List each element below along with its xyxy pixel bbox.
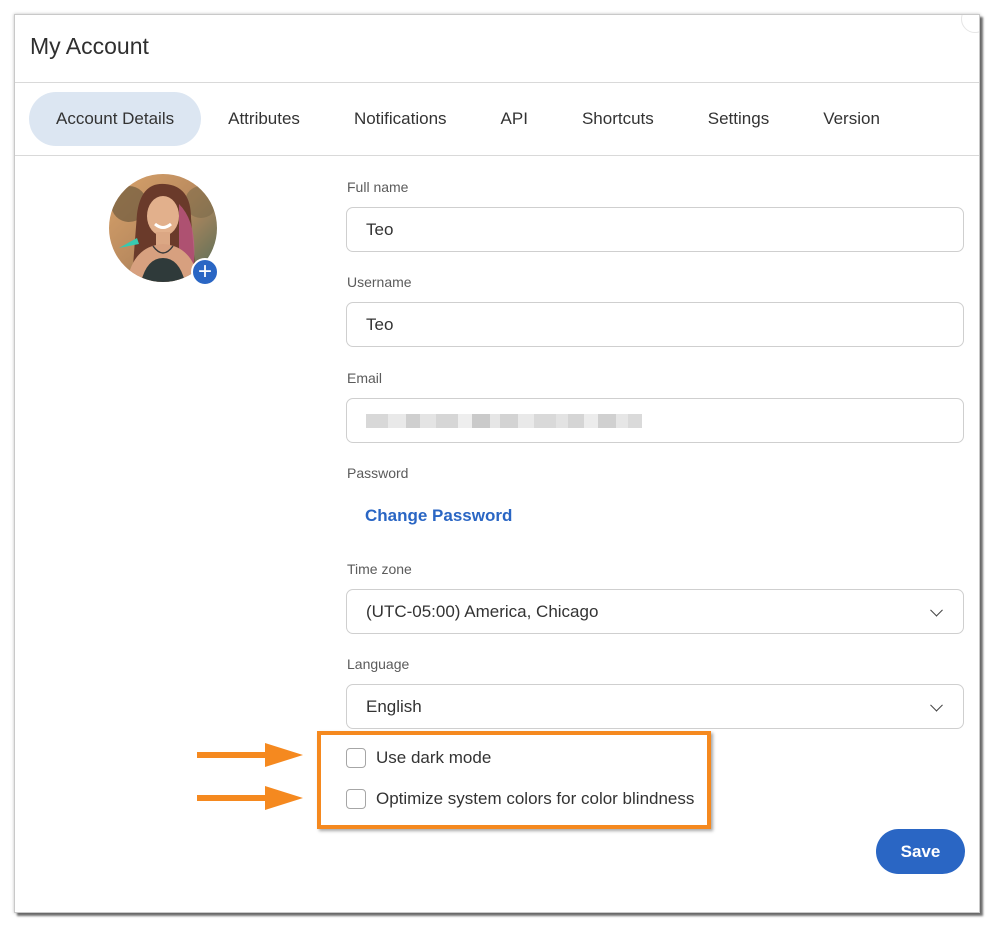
arrow-right-icon [197,743,303,767]
change-password-link[interactable]: Change Password [365,506,512,526]
plus-icon: + [197,258,212,285]
username-label: Username [347,274,412,290]
password-label: Password [347,465,409,481]
divider [15,82,979,83]
annotation-highlight-box [317,731,711,829]
dark-mode-option[interactable]: Use dark mode [346,748,491,768]
chevron-down-icon [930,698,943,712]
tab-version[interactable]: Version [796,92,907,146]
tab-shortcuts[interactable]: Shortcuts [555,92,681,146]
email-field[interactable] [346,398,964,443]
divider [15,155,979,156]
time-zone-value: (UTC-05:00) America, Chicago [366,601,599,621]
time-zone-label: Time zone [347,561,412,577]
color-blindness-checkbox[interactable] [346,789,366,809]
add-photo-button[interactable]: + [191,258,219,286]
close-button[interactable] [961,15,979,33]
full-name-field[interactable]: Teo [346,207,964,252]
tab-api[interactable]: API [474,92,555,146]
username-field[interactable]: Teo [346,302,964,347]
arrow-right-icon [197,786,303,810]
color-blindness-label: Optimize system colors for color blindne… [376,789,695,808]
chevron-down-icon [930,603,943,617]
my-account-dialog: My Account Account Details Attributes No… [14,14,980,913]
tab-account-details[interactable]: Account Details [29,92,202,146]
tab-attributes[interactable]: Attributes [201,92,327,146]
time-zone-select[interactable]: (UTC-05:00) America, Chicago [346,589,964,634]
tab-settings[interactable]: Settings [681,92,796,146]
full-name-value: Teo [366,219,394,239]
username-value: Teo [366,314,394,334]
tab-bar: Account Details Attributes Notifications… [29,92,907,146]
full-name-label: Full name [347,179,409,195]
language-label: Language [347,656,410,672]
dark-mode-label: Use dark mode [376,748,492,767]
save-button[interactable]: Save [876,829,965,874]
tab-notifications[interactable]: Notifications [327,92,474,146]
dialog-title: My Account [30,33,149,59]
email-label: Email [347,370,383,386]
language-value: English [366,696,422,716]
language-select[interactable]: English [346,684,964,729]
color-blindness-option[interactable]: Optimize system colors for color blindne… [346,789,694,809]
email-redacted [366,413,642,428]
dark-mode-checkbox[interactable] [346,748,366,768]
